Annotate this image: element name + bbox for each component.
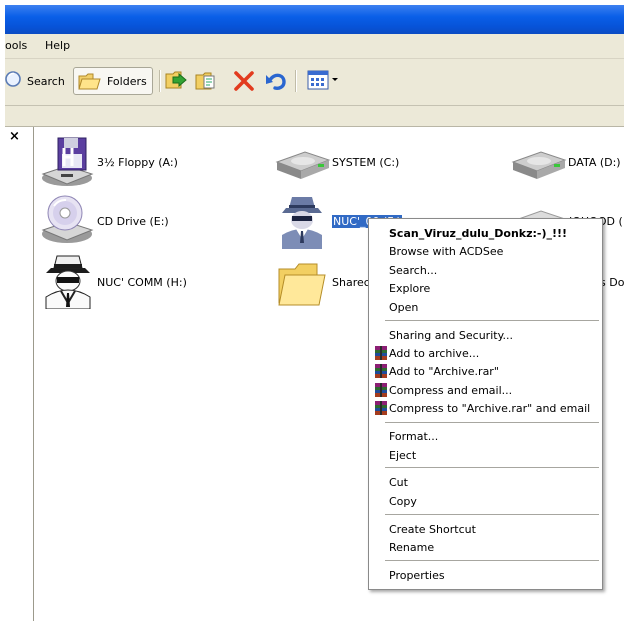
drive-label[interactable]: NUC' COMM (H:) <box>97 276 187 289</box>
undo-icon <box>266 73 286 90</box>
spy-drive-icon[interactable] <box>40 253 96 309</box>
address-bar <box>5 106 624 127</box>
winrar-icon <box>375 364 387 378</box>
menu-item-add-to-archive[interactable]: Add to archive... <box>369 344 602 362</box>
copy-to-button[interactable] <box>193 69 219 93</box>
winrar-icon <box>375 401 387 415</box>
spy-drive-icon[interactable] <box>274 193 330 249</box>
menu-help[interactable]: Help <box>45 39 70 52</box>
winrar-icon <box>375 346 387 360</box>
menu-item-add-to-archive-rar[interactable]: Add to "Archive.rar" <box>369 362 602 380</box>
views-icon <box>307 70 329 90</box>
chevron-down-icon <box>332 78 338 81</box>
menu-item-sharing-security[interactable]: Sharing and Security... <box>369 326 602 344</box>
menu-separator <box>385 560 599 561</box>
drive-label[interactable]: 3½ Floppy (A:) <box>97 156 178 169</box>
menu-separator <box>385 320 599 321</box>
delete-button[interactable] <box>231 69 257 93</box>
move-to-button[interactable] <box>163 69 189 93</box>
menu-bar: ools Help <box>5 34 624 59</box>
undo-button[interactable] <box>263 69 289 93</box>
menu-item-create-shortcut[interactable]: Create Shortcut <box>369 520 602 538</box>
drive-label[interactable]: SYSTEM (C:) <box>332 156 399 169</box>
menu-item-format[interactable]: Format... <box>369 427 602 445</box>
menu-tools[interactable]: ools <box>5 39 27 52</box>
menu-item-scan-virus[interactable]: Scan_Viruz_dulu_Donkz:-)_!!! <box>369 224 602 242</box>
menu-separator <box>385 422 599 423</box>
drive-label[interactable]: Sharec <box>332 276 370 289</box>
menu-item-open[interactable]: Open <box>369 298 602 316</box>
shared-folder-icon[interactable] <box>275 257 331 313</box>
toolbar-separator <box>295 70 297 92</box>
search-icon <box>5 71 21 87</box>
menu-item-compress-to-archive-email[interactable]: Compress to "Archive.rar" and email <box>369 399 602 417</box>
folders-button[interactable]: Folders <box>73 67 153 95</box>
drive-label[interactable]: s Do <box>600 276 624 289</box>
folders-icon <box>78 73 101 90</box>
toolbar: Search Folders <box>5 59 624 106</box>
winrar-icon <box>375 383 387 397</box>
menu-separator <box>385 514 599 515</box>
views-button[interactable] <box>307 70 339 90</box>
hard-drive-icon[interactable] <box>275 134 331 190</box>
menu-item-copy[interactable]: Copy <box>369 492 602 510</box>
hard-drive-icon[interactable] <box>511 134 567 190</box>
drive-label[interactable]: DATA (D:) <box>568 156 621 169</box>
close-pane-button[interactable]: × <box>9 129 20 144</box>
move-to-icon <box>165 71 187 89</box>
folders-button-label: Folders <box>107 74 147 88</box>
search-button[interactable]: Search <box>5 69 65 93</box>
menu-item-eject[interactable]: Eject <box>369 446 602 464</box>
window-title-bar[interactable] <box>5 5 624 34</box>
menu-separator <box>385 467 599 468</box>
context-menu: Scan_Viruz_dulu_Donkz:-)_!!! Browse with… <box>368 218 603 590</box>
menu-item-browse-acdsee[interactable]: Browse with ACDSee <box>369 242 602 260</box>
copy-to-icon <box>195 72 215 90</box>
menu-item-compress-email[interactable]: Compress and email... <box>369 381 602 399</box>
menu-item-cut[interactable]: Cut <box>369 473 602 491</box>
menu-item-properties[interactable]: Properties <box>369 566 602 584</box>
drive-label[interactable]: CD Drive (E:) <box>97 215 169 228</box>
folders-pane: × <box>5 127 34 621</box>
delete-icon <box>234 71 254 91</box>
menu-item-search[interactable]: Search... <box>369 261 602 279</box>
cd-drive-icon[interactable] <box>40 192 96 248</box>
menu-item-rename[interactable]: Rename <box>369 538 602 556</box>
menu-item-explore[interactable]: Explore <box>369 279 602 297</box>
search-button-label: Search <box>27 74 65 88</box>
floppy-drive-icon[interactable] <box>40 134 96 190</box>
toolbar-separator <box>159 70 161 92</box>
